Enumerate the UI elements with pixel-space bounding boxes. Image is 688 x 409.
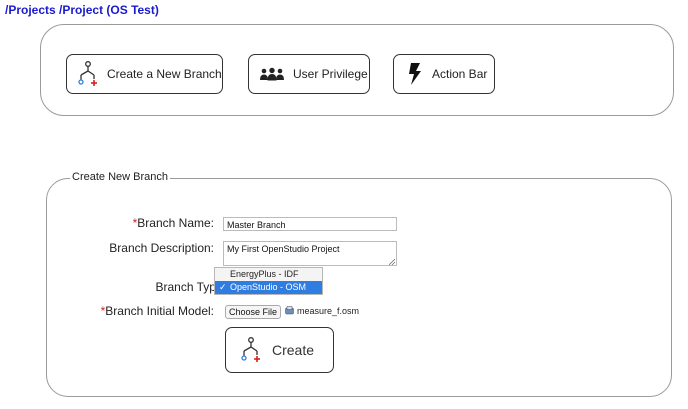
breadcrumb-projects-link[interactable]: /Projects bbox=[5, 3, 56, 17]
create-button[interactable]: Create bbox=[225, 327, 334, 373]
user-privilege-label: User Privilege bbox=[293, 67, 368, 81]
branch-icon bbox=[77, 61, 99, 87]
action-bar-button[interactable]: Action Bar bbox=[393, 54, 495, 94]
branch-name-label: *Branch Name: bbox=[132, 216, 214, 230]
lightning-icon bbox=[408, 63, 422, 85]
branch-type-option-idf[interactable]: EnergyPlus - IDF bbox=[215, 268, 322, 281]
choose-file-button[interactable]: Choose File bbox=[225, 305, 281, 319]
create-label: Create bbox=[272, 342, 315, 358]
create-branch-label: Create a New Branch bbox=[107, 67, 222, 81]
checkmark-icon: ✓ bbox=[219, 282, 227, 292]
create-branch-button[interactable]: Create a New Branch bbox=[66, 54, 223, 94]
branch-icon bbox=[240, 337, 262, 363]
breadcrumb-project-link[interactable]: /Project (OS Test) bbox=[59, 3, 159, 17]
breadcrumb: /Projects /Project (OS Test) bbox=[5, 3, 159, 17]
branch-type-dropdown[interactable]: EnergyPlus - IDF ✓ OpenStudio - OSM bbox=[214, 267, 323, 295]
file-icon bbox=[285, 306, 294, 315]
branch-type-option-osm[interactable]: ✓ OpenStudio - OSM bbox=[215, 281, 322, 294]
initial-model-label: *Branch Initial Model: bbox=[100, 304, 214, 318]
branch-description-label: Branch Description: bbox=[109, 241, 214, 255]
action-bar-label: Action Bar bbox=[432, 67, 488, 81]
branch-description-textarea[interactable]: My First OpenStudio Project bbox=[223, 241, 397, 266]
selected-file-name: measure_f.osm bbox=[297, 306, 360, 316]
user-privilege-button[interactable]: User Privilege bbox=[248, 54, 370, 94]
resize-handle-icon[interactable] bbox=[389, 259, 395, 265]
users-icon bbox=[259, 67, 285, 81]
form-legend: Create New Branch bbox=[70, 171, 170, 183]
branch-name-input[interactable]: Master Branch bbox=[223, 217, 397, 231]
branch-type-label: Branch Type: bbox=[155, 280, 227, 294]
